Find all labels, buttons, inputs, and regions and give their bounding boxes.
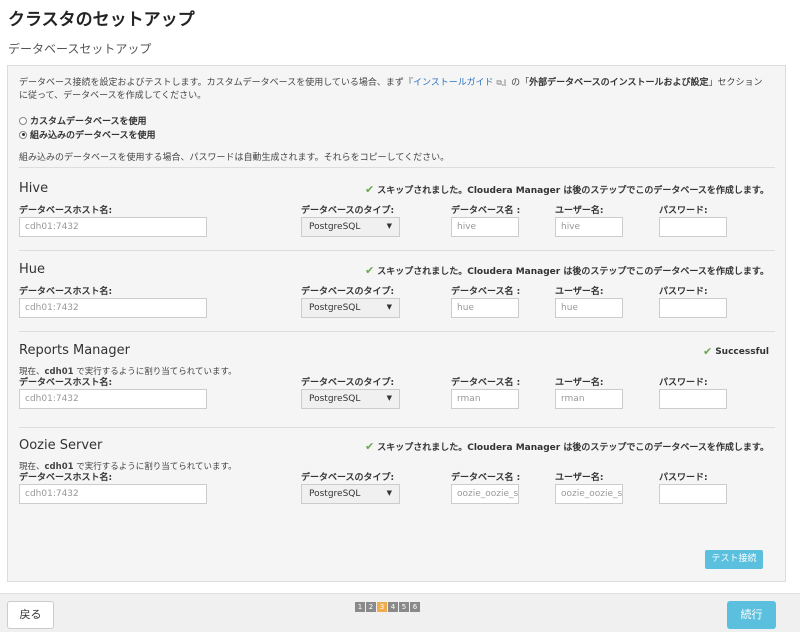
db-service-name: Oozie Server bbox=[19, 438, 103, 453]
password-label: パスワード: bbox=[659, 378, 708, 388]
db-service-name: Reports Manager bbox=[19, 343, 130, 358]
step-3: 3 bbox=[377, 602, 387, 612]
dbname-input[interactable]: rman bbox=[451, 389, 519, 409]
password-input[interactable] bbox=[659, 298, 727, 318]
db-section-3: Oozie Server ✔ スキップされました。Cloudera Manage… bbox=[19, 438, 775, 534]
db-status: ✔ Successful bbox=[703, 345, 769, 358]
db-type-value: PostgreSQL bbox=[309, 222, 361, 232]
type-label: データベースのタイプ: bbox=[301, 206, 395, 216]
password-input[interactable] bbox=[659, 217, 727, 237]
password-input[interactable] bbox=[659, 389, 727, 409]
embedded-note: 組み込みのデータベースを使用する場合、パスワードは自動生成されます。それらをコピ… bbox=[19, 153, 450, 163]
db-type-select[interactable]: PostgreSQL ▼ bbox=[301, 217, 400, 237]
password-input[interactable] bbox=[659, 484, 727, 504]
password-label: パスワード: bbox=[659, 473, 708, 483]
install-guide-link[interactable]: インストールガイド bbox=[413, 78, 494, 88]
embedded-db-label: 組み込みのデータベースを使用 bbox=[30, 131, 156, 141]
user-input[interactable]: oozie_oozie_se bbox=[555, 484, 623, 504]
chevron-down-icon: ▼ bbox=[386, 489, 392, 497]
custom-db-radio[interactable] bbox=[19, 116, 27, 125]
user-input[interactable]: hue bbox=[555, 298, 623, 318]
user-label: ユーザー名: bbox=[555, 206, 604, 216]
intro-text: データベース接続を設定およびテストします。カスタムデータベースを使用している場合… bbox=[19, 76, 769, 103]
user-input[interactable]: rman bbox=[555, 389, 623, 409]
intro-bold: 外部データベースのインストールおよび設定 bbox=[529, 78, 709, 88]
intro-part2: 』の「 bbox=[502, 78, 530, 88]
db-section-2: Reports Manager ✔ Successful 現在、cdh01 で実… bbox=[19, 343, 775, 439]
chevron-down-icon: ▼ bbox=[386, 394, 392, 402]
db-status-text: Successful bbox=[715, 346, 769, 357]
chevron-down-icon: ▼ bbox=[386, 222, 392, 230]
host-label: データベースホスト名: bbox=[19, 378, 113, 388]
db-status: ✔ スキップされました。Cloudera Manager は後のステップでこのデ… bbox=[365, 440, 769, 453]
type-label: データベースのタイプ: bbox=[301, 287, 395, 297]
footer-bar: 戻る 123456 続行 bbox=[0, 593, 800, 632]
section-title: データベースセットアップ bbox=[8, 42, 152, 56]
db-status-text: スキップされました。Cloudera Manager は後のステップでこのデータ… bbox=[377, 186, 769, 196]
user-label: ユーザー名: bbox=[555, 473, 604, 483]
user-label: ユーザー名: bbox=[555, 287, 604, 297]
host-input[interactable]: cdh01:7432 bbox=[19, 217, 207, 237]
check-icon: ✔ bbox=[365, 440, 375, 453]
dbname-input[interactable]: oozie_oozie_se bbox=[451, 484, 519, 504]
step-1: 1 bbox=[355, 602, 365, 612]
step-6: 6 bbox=[410, 602, 420, 612]
db-type-value: PostgreSQL bbox=[309, 303, 361, 313]
host-input[interactable]: cdh01:7432 bbox=[19, 298, 207, 318]
back-button[interactable]: 戻る bbox=[7, 601, 54, 629]
dbname-label: データベース名 : bbox=[451, 206, 521, 216]
check-icon: ✔ bbox=[365, 183, 375, 196]
dbname-input[interactable]: hue bbox=[451, 298, 519, 318]
user-label: ユーザー名: bbox=[555, 378, 604, 388]
continue-button[interactable]: 続行 bbox=[727, 601, 776, 629]
host-label: データベースホスト名: bbox=[19, 473, 113, 483]
check-icon: ✔ bbox=[365, 264, 375, 277]
type-label: データベースのタイプ: bbox=[301, 473, 395, 483]
intro-part1: データベース接続を設定およびテストします。カスタムデータベースを使用している場合… bbox=[19, 78, 413, 88]
db-status-text: スキップされました。Cloudera Manager は後のステップでこのデータ… bbox=[377, 443, 769, 453]
db-service-name: Hive bbox=[19, 181, 49, 196]
db-status: ✔ スキップされました。Cloudera Manager は後のステップでこのデ… bbox=[365, 183, 769, 196]
host-input[interactable]: cdh01:7432 bbox=[19, 484, 207, 504]
db-status: ✔ スキップされました。Cloudera Manager は後のステップでこのデ… bbox=[365, 264, 769, 277]
db-type-select[interactable]: PostgreSQL ▼ bbox=[301, 484, 400, 504]
host-input[interactable]: cdh01:7432 bbox=[19, 389, 207, 409]
embedded-db-option[interactable]: 組み込みのデータベースを使用 bbox=[19, 128, 156, 141]
step-indicator: 123456 bbox=[355, 602, 420, 612]
embedded-db-radio[interactable] bbox=[19, 130, 27, 139]
page-title: クラスタのセットアップ bbox=[8, 10, 195, 30]
database-setup-panel: データベース接続を設定およびテストします。カスタムデータベースを使用している場合… bbox=[7, 65, 786, 582]
db-type-select[interactable]: PostgreSQL ▼ bbox=[301, 298, 400, 318]
host-label: データベースホスト名: bbox=[19, 206, 113, 216]
dbname-label: データベース名 : bbox=[451, 378, 521, 388]
host-label: データベースホスト名: bbox=[19, 287, 113, 297]
db-type-value: PostgreSQL bbox=[309, 489, 361, 499]
password-label: パスワード: bbox=[659, 287, 708, 297]
divider bbox=[19, 167, 775, 168]
dbname-label: データベース名 : bbox=[451, 287, 521, 297]
step-4: 4 bbox=[388, 602, 398, 612]
custom-db-label: カスタムデータベースを使用 bbox=[30, 117, 147, 127]
db-type-select[interactable]: PostgreSQL ▼ bbox=[301, 389, 400, 409]
type-label: データベースのタイプ: bbox=[301, 378, 395, 388]
db-service-name: Hue bbox=[19, 262, 46, 277]
dbname-input[interactable]: hive bbox=[451, 217, 519, 237]
dbname-label: データベース名 : bbox=[451, 473, 521, 483]
password-label: パスワード: bbox=[659, 206, 708, 216]
custom-db-option[interactable]: カスタムデータベースを使用 bbox=[19, 114, 147, 127]
chevron-down-icon: ▼ bbox=[386, 303, 392, 311]
user-input[interactable]: hive bbox=[555, 217, 623, 237]
db-status-text: スキップされました。Cloudera Manager は後のステップでこのデータ… bbox=[377, 267, 769, 277]
step-2: 2 bbox=[366, 602, 376, 612]
test-connection-button[interactable]: テスト接続 bbox=[705, 550, 763, 569]
db-type-value: PostgreSQL bbox=[309, 394, 361, 404]
step-5: 5 bbox=[399, 602, 409, 612]
check-icon: ✔ bbox=[702, 345, 713, 358]
